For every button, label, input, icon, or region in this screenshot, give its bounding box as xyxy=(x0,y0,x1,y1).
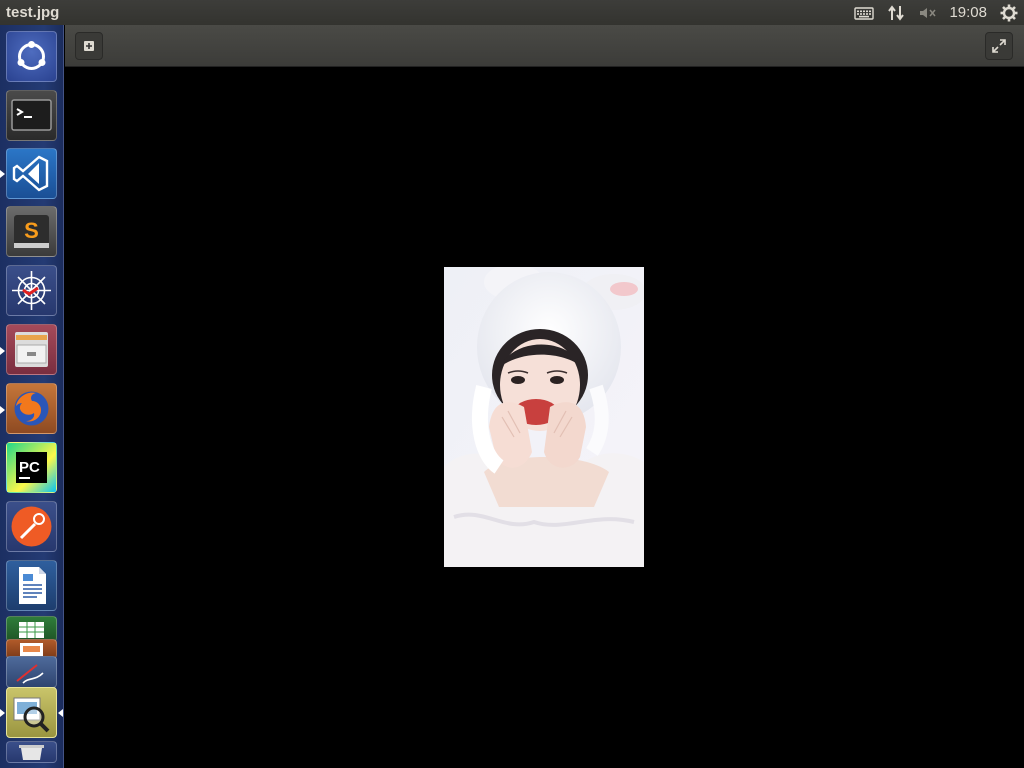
terminal-icon[interactable] xyxy=(6,90,57,141)
window-title: test.jpg xyxy=(6,4,60,21)
add-icon[interactable] xyxy=(75,32,103,60)
file-cabinet-icon[interactable] xyxy=(6,324,57,375)
draw-icon[interactable] xyxy=(6,656,57,688)
image-viewport[interactable] xyxy=(65,67,1024,768)
ubuntu-logo-icon[interactable] xyxy=(6,31,57,82)
active-window-indicator xyxy=(58,709,63,717)
sublime-icon[interactable]: S xyxy=(6,206,57,257)
launcher: S PC xyxy=(0,25,64,768)
running-indicator xyxy=(0,170,5,178)
volume-muted-icon[interactable] xyxy=(916,0,940,25)
pycharm-icon[interactable]: PC xyxy=(6,442,57,493)
trash-icon[interactable] xyxy=(6,741,57,763)
fullscreen-icon[interactable] xyxy=(985,32,1013,60)
system-gear-icon[interactable] xyxy=(996,0,1022,25)
svg-text:S: S xyxy=(24,218,39,243)
vscode-icon[interactable] xyxy=(6,148,57,199)
image-viewer-icon[interactable] xyxy=(6,687,57,738)
running-indicator xyxy=(0,709,5,717)
network-icon[interactable] xyxy=(884,0,908,25)
running-indicator xyxy=(0,347,5,355)
clock[interactable]: 19:08 xyxy=(949,4,987,21)
viewer-toolbar xyxy=(65,25,1024,67)
top-panel: test.jpg 19:08 xyxy=(0,0,1024,25)
postman-icon[interactable] xyxy=(6,501,57,552)
running-indicator xyxy=(0,406,5,414)
keyboard-icon[interactable] xyxy=(852,0,876,25)
firefox-icon[interactable] xyxy=(6,383,57,434)
svg-text:PC: PC xyxy=(19,459,40,476)
spiderweb-icon[interactable] xyxy=(6,265,57,316)
writer-icon[interactable] xyxy=(6,560,57,611)
photo-portrait-icon xyxy=(444,267,644,567)
